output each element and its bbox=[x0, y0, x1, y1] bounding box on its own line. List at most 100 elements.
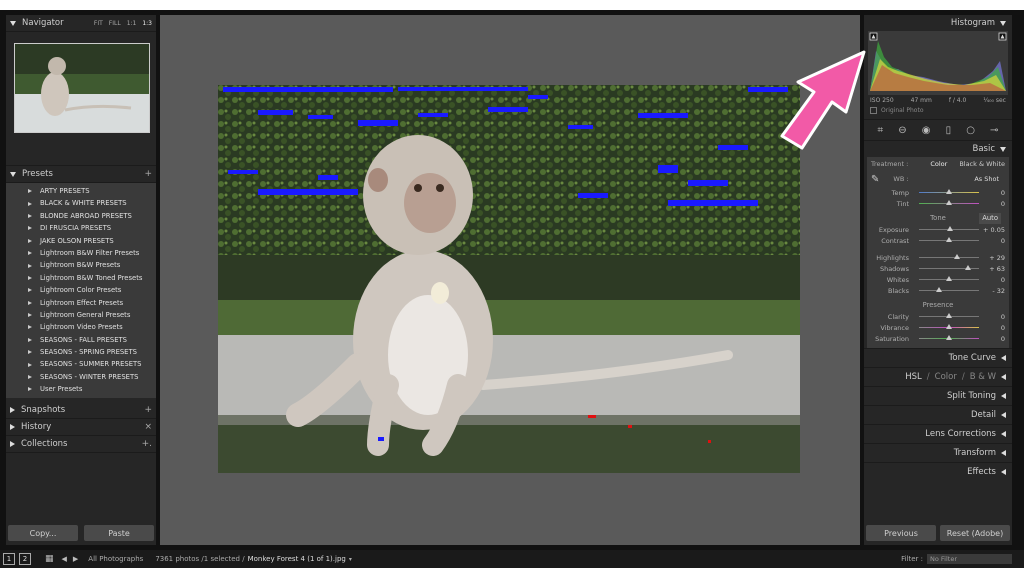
copy-button[interactable]: Copy... bbox=[8, 525, 78, 541]
slider-knob[interactable] bbox=[954, 254, 961, 259]
preset-folder-item[interactable]: DI FRUSCIA PRESETS bbox=[6, 222, 156, 234]
snapshots-header[interactable]: Snapshots + bbox=[6, 402, 156, 419]
slider-knob[interactable] bbox=[964, 265, 971, 270]
transform-header[interactable]: Transform bbox=[864, 443, 1012, 462]
preset-folder-item[interactable]: Lightroom B&W Filter Presets bbox=[6, 247, 156, 259]
whites-value[interactable]: 0 bbox=[983, 276, 1005, 284]
preset-folder-item[interactable]: SEASONS - SUMMER PRESETS bbox=[6, 358, 156, 370]
highlights-slider[interactable] bbox=[919, 254, 979, 259]
highlights-value[interactable]: + 29 bbox=[983, 254, 1005, 262]
histogram-graph[interactable] bbox=[868, 31, 1008, 95]
preset-folder-item[interactable]: ARTY PRESETS bbox=[6, 185, 156, 197]
navigator-thumbnail[interactable] bbox=[14, 43, 150, 133]
preset-folder-item[interactable]: BLONDE ABROAD PRESETS bbox=[6, 210, 156, 222]
zoom-1-3[interactable]: 1:3 bbox=[142, 20, 152, 27]
hsl-tab[interactable]: HSL bbox=[905, 372, 922, 382]
add-collection-button[interactable]: +. bbox=[142, 439, 152, 449]
slider-knob[interactable] bbox=[946, 335, 952, 340]
red-eye-icon[interactable]: ◉ bbox=[922, 125, 931, 136]
graduated-filter-icon[interactable]: ▯ bbox=[946, 125, 952, 136]
contrast-value[interactable]: 0 bbox=[983, 237, 1005, 245]
vibrance-slider[interactable] bbox=[919, 324, 979, 329]
preset-folder-item[interactable]: SEASONS - SPRING PRESETS bbox=[6, 346, 156, 358]
preset-folder-item[interactable]: Lightroom Video Presets bbox=[6, 321, 156, 333]
temp-slider[interactable] bbox=[919, 189, 979, 194]
basic-header[interactable]: Basic bbox=[864, 141, 1012, 157]
preset-folder-item[interactable]: Lightroom B&W Presets bbox=[6, 259, 156, 271]
treatment-color[interactable]: Color bbox=[930, 160, 947, 168]
preset-folder-item[interactable]: BLACK & WHITE PRESETS bbox=[6, 197, 156, 209]
navigator-header[interactable]: Navigator FIT FILL 1:1 1:3 bbox=[6, 15, 156, 32]
previous-button[interactable]: Previous bbox=[866, 525, 936, 541]
blacks-value[interactable]: - 32 bbox=[983, 287, 1005, 295]
preset-folder-item[interactable]: Lightroom Effect Presets bbox=[6, 297, 156, 309]
preset-folder-item[interactable]: SEASONS - WINTER PRESETS bbox=[6, 371, 156, 383]
tone-curve-header[interactable]: Tone Curve bbox=[864, 348, 1012, 367]
bw-tab[interactable]: B & W bbox=[970, 372, 996, 382]
slider-knob[interactable] bbox=[946, 226, 953, 231]
tint-value[interactable]: 0 bbox=[983, 200, 1005, 208]
paste-button[interactable]: Paste bbox=[84, 525, 154, 541]
spot-removal-icon[interactable]: ⊖ bbox=[898, 125, 906, 136]
detail-header[interactable]: Detail bbox=[864, 405, 1012, 424]
preset-folder-item[interactable]: Lightroom B&W Toned Presets bbox=[6, 272, 156, 284]
history-header[interactable]: History × bbox=[6, 419, 156, 436]
window-2-button[interactable]: 2 bbox=[19, 553, 31, 565]
slider-knob[interactable] bbox=[946, 189, 952, 194]
adjustment-brush-icon[interactable]: ⊸ bbox=[990, 125, 998, 136]
slider-knob[interactable] bbox=[946, 324, 952, 329]
presets-header[interactable]: Presets + bbox=[6, 166, 156, 183]
wb-select[interactable]: As Shot bbox=[974, 175, 999, 183]
saturation-value[interactable]: 0 bbox=[983, 335, 1005, 343]
zoom-1-1[interactable]: 1:1 bbox=[127, 20, 137, 27]
preset-folder-item[interactable]: SEASONS - FALL PRESETS bbox=[6, 334, 156, 346]
treatment-black-white[interactable]: Black & White bbox=[959, 160, 1005, 168]
clarity-value[interactable]: 0 bbox=[983, 313, 1005, 321]
add-snapshot-button[interactable]: + bbox=[144, 405, 152, 415]
temp-value[interactable]: 0 bbox=[983, 189, 1005, 197]
histogram-header[interactable]: Histogram bbox=[864, 15, 1012, 31]
slider-knob[interactable] bbox=[936, 287, 943, 292]
grid-view-icon[interactable]: ▦ bbox=[45, 554, 54, 564]
effects-header[interactable]: Effects bbox=[864, 462, 1012, 481]
tint-slider[interactable] bbox=[919, 200, 979, 205]
lens-corrections-header[interactable]: Lens Corrections bbox=[864, 424, 1012, 443]
eyedropper-icon[interactable]: ✎ bbox=[871, 174, 879, 185]
slider-knob[interactable] bbox=[946, 237, 952, 242]
preset-folder-item[interactable]: User Presets bbox=[6, 383, 156, 395]
split-toning-header[interactable]: Split Toning bbox=[864, 386, 1012, 405]
source-label[interactable]: All Photographs bbox=[88, 555, 143, 563]
color-tab[interactable]: Color bbox=[935, 372, 957, 382]
main-photo[interactable] bbox=[218, 85, 800, 473]
saturation-slider[interactable] bbox=[919, 335, 979, 340]
preset-folder-item[interactable]: Lightroom General Presets bbox=[6, 309, 156, 321]
current-filename[interactable]: Monkey Forest 4 (1 of 1).jpg bbox=[248, 555, 346, 563]
checkbox-icon[interactable] bbox=[870, 106, 877, 114]
slider-knob[interactable] bbox=[946, 276, 952, 281]
forward-arrow-icon[interactable]: ▶ bbox=[73, 555, 78, 563]
vibrance-value[interactable]: 0 bbox=[983, 324, 1005, 332]
zoom-fit[interactable]: FIT bbox=[94, 20, 103, 27]
filename-dropdown-icon[interactable]: ▾ bbox=[349, 556, 352, 563]
exposure-value[interactable]: + 0.05 bbox=[983, 226, 1005, 234]
zoom-fill[interactable]: FILL bbox=[109, 20, 121, 27]
crop-tool-icon[interactable]: ⌗ bbox=[878, 125, 884, 136]
window-1-button[interactable]: 1 bbox=[3, 553, 15, 565]
exposure-slider[interactable] bbox=[919, 226, 979, 231]
original-photo-toggle[interactable]: Original Photo bbox=[864, 105, 1012, 115]
slider-knob[interactable] bbox=[946, 200, 952, 205]
clarity-slider[interactable] bbox=[919, 313, 979, 318]
collections-header[interactable]: Collections +. bbox=[6, 436, 156, 453]
hsl-header[interactable]: HSL / Color / B & W bbox=[864, 367, 1012, 386]
add-preset-button[interactable]: + bbox=[144, 169, 152, 179]
shadows-value[interactable]: + 63 bbox=[983, 265, 1005, 273]
radial-filter-icon[interactable]: ○ bbox=[966, 125, 975, 136]
contrast-slider[interactable] bbox=[919, 237, 979, 242]
auto-button[interactable]: Auto bbox=[979, 213, 1001, 224]
whites-slider[interactable] bbox=[919, 276, 979, 281]
back-arrow-icon[interactable]: ◀ bbox=[62, 555, 67, 563]
filter-select[interactable]: No Filter bbox=[927, 554, 1012, 564]
blacks-slider[interactable] bbox=[919, 287, 979, 292]
shadows-slider[interactable] bbox=[919, 265, 979, 270]
preset-folder-item[interactable]: JAKE OLSON PRESETS bbox=[6, 235, 156, 247]
